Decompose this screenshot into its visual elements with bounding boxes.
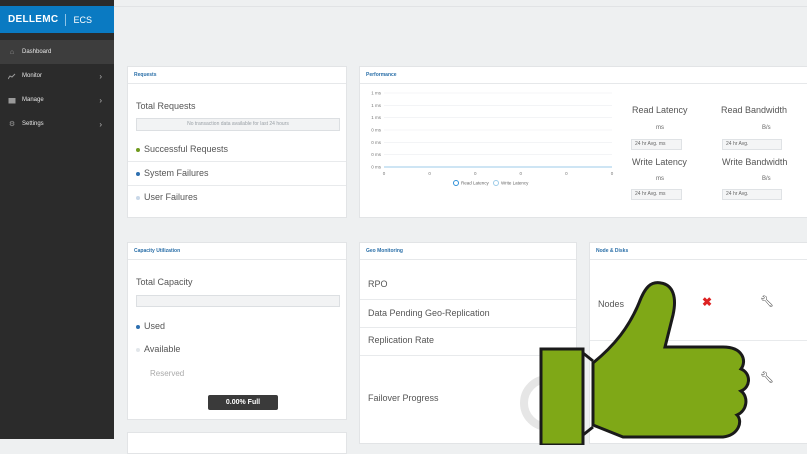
legend-item-available: Available <box>136 344 180 354</box>
lower-panel <box>127 432 347 454</box>
read-bandwidth-avg: 24 hr Avg. <box>722 139 782 150</box>
status-dot <box>136 195 140 200</box>
write-bandwidth-avg: 24 hr Avg. <box>722 189 782 200</box>
failover-progress-label: Failover Progress <box>368 393 439 403</box>
divider <box>128 185 346 186</box>
brand-divider <box>65 13 67 26</box>
status-dot <box>136 347 140 352</box>
panel-title: Performance <box>360 67 807 84</box>
status-dot <box>136 171 140 176</box>
total-requests-label: Total Requests <box>136 101 196 111</box>
legend-item-system-failures: System Failures <box>136 168 209 178</box>
status-dot <box>136 147 140 152</box>
y-tick-label: 0 ms <box>371 165 382 170</box>
read-bandwidth-label: Read Bandwidth <box>721 105 788 115</box>
rpo-label: RPO <box>368 279 388 289</box>
y-tick-label: 1 ms <box>371 103 382 108</box>
legend-marker <box>493 180 499 186</box>
sidebar-nav: ⌂ Dashboard Monitor › Manage › ⚙ Setting… <box>0 40 114 136</box>
x-tick-label: 0 <box>520 171 523 176</box>
y-tick-label: 1 ms <box>371 91 382 96</box>
capacity-bar <box>136 295 340 307</box>
read-latency-label: Read Latency <box>632 105 688 115</box>
legend-item-used: Used <box>136 321 165 331</box>
x-tick-label: 0 <box>565 171 568 176</box>
write-latency-unit: ms <box>656 176 664 182</box>
empty-state-message: No transaction data available for last 2… <box>136 118 340 131</box>
chart-icon <box>8 72 16 80</box>
legend-label: Read Latency <box>461 181 490 186</box>
sidebar-item-label: Monitor <box>22 73 43 79</box>
write-bandwidth-label: Write Bandwidth <box>722 157 788 167</box>
sidebar-item-monitor[interactable]: Monitor › <box>0 64 114 88</box>
legend-marker <box>453 180 459 186</box>
legend-item-user-failures: User Failures <box>136 192 198 202</box>
chevron-right-icon: › <box>99 95 102 105</box>
replication-rate-label: Replication Rate <box>368 335 435 345</box>
x-tick-label: 0 <box>611 171 614 176</box>
folder-icon <box>8 96 16 104</box>
reserved-label: Reserved <box>150 369 185 378</box>
product-name: ECS <box>73 14 92 25</box>
sidebar-item-manage[interactable]: Manage › <box>0 88 114 112</box>
capacity-full-badge: 0.00% Full <box>208 395 278 410</box>
chevron-right-icon: › <box>99 71 102 81</box>
legend-item-successful: Successful Requests <box>136 144 228 154</box>
y-tick-label: 0 ms <box>371 128 382 133</box>
x-tick-label: 0 <box>383 171 386 176</box>
sidebar-item-label: Manage <box>22 97 44 103</box>
sidebar-item-label: Dashboard <box>22 49 52 55</box>
top-divider <box>114 6 807 7</box>
pending-replication-label: Data Pending Geo-Replication <box>368 308 490 318</box>
dell-emc-logo: DELLEMC <box>8 14 59 25</box>
x-tick-label: 0 <box>474 171 477 176</box>
panel-title: Requests <box>128 67 346 84</box>
read-bandwidth-unit: B/s <box>762 125 771 131</box>
write-latency-label: Write Latency <box>632 157 687 167</box>
gear-icon: ⚙ <box>8 121 16 128</box>
panel-title: Geo Monitoring <box>360 243 576 260</box>
capacity-panel: Capacity Utilization Total Capacity Used… <box>127 242 347 420</box>
write-latency-avg: 24 hr Avg. ms <box>631 189 682 200</box>
read-latency-unit: ms <box>656 125 664 131</box>
thumbs-up-icon <box>539 281 750 445</box>
write-bandwidth-unit: B/s <box>762 176 771 182</box>
sidebar-item-label: Settings <box>22 121 44 127</box>
sidebar-item-dashboard[interactable]: ⌂ Dashboard <box>0 40 114 64</box>
read-latency-avg: 24 hr Avg. ms <box>631 139 682 150</box>
y-tick-label: 0 ms <box>371 152 382 157</box>
status-dot <box>136 324 140 329</box>
legend-label: Write Latency <box>501 181 529 186</box>
divider <box>128 161 346 162</box>
performance-panel: Performance 1 ms 1 ms 1 ms 0 ms 0 ms 0 ms 0 ms… <box>359 66 807 218</box>
sidebar: DELLEMC ECS ⌂ Dashboard Monitor › Manage… <box>0 0 114 439</box>
home-icon: ⌂ <box>9 48 15 56</box>
panel-title: Capacity Utilization <box>128 243 346 260</box>
panel-title: Node & Disks <box>590 243 807 260</box>
y-tick-label: 1 ms <box>371 115 382 120</box>
y-tick-label: 0 ms <box>371 140 382 145</box>
x-tick-label: 0 <box>428 171 431 176</box>
brand-bar[interactable]: DELLEMC ECS <box>0 6 114 33</box>
requests-panel: Requests Total Requests No transaction d… <box>127 66 347 218</box>
chevron-right-icon: › <box>99 119 102 129</box>
total-capacity-label: Total Capacity <box>136 277 193 287</box>
latency-chart: 1 ms1 ms1 ms0 ms0 ms0 ms0 ms0 0 0 0 0 0Read L… <box>371 91 614 186</box>
sidebar-item-settings[interactable]: ⚙ Settings › <box>0 112 114 136</box>
